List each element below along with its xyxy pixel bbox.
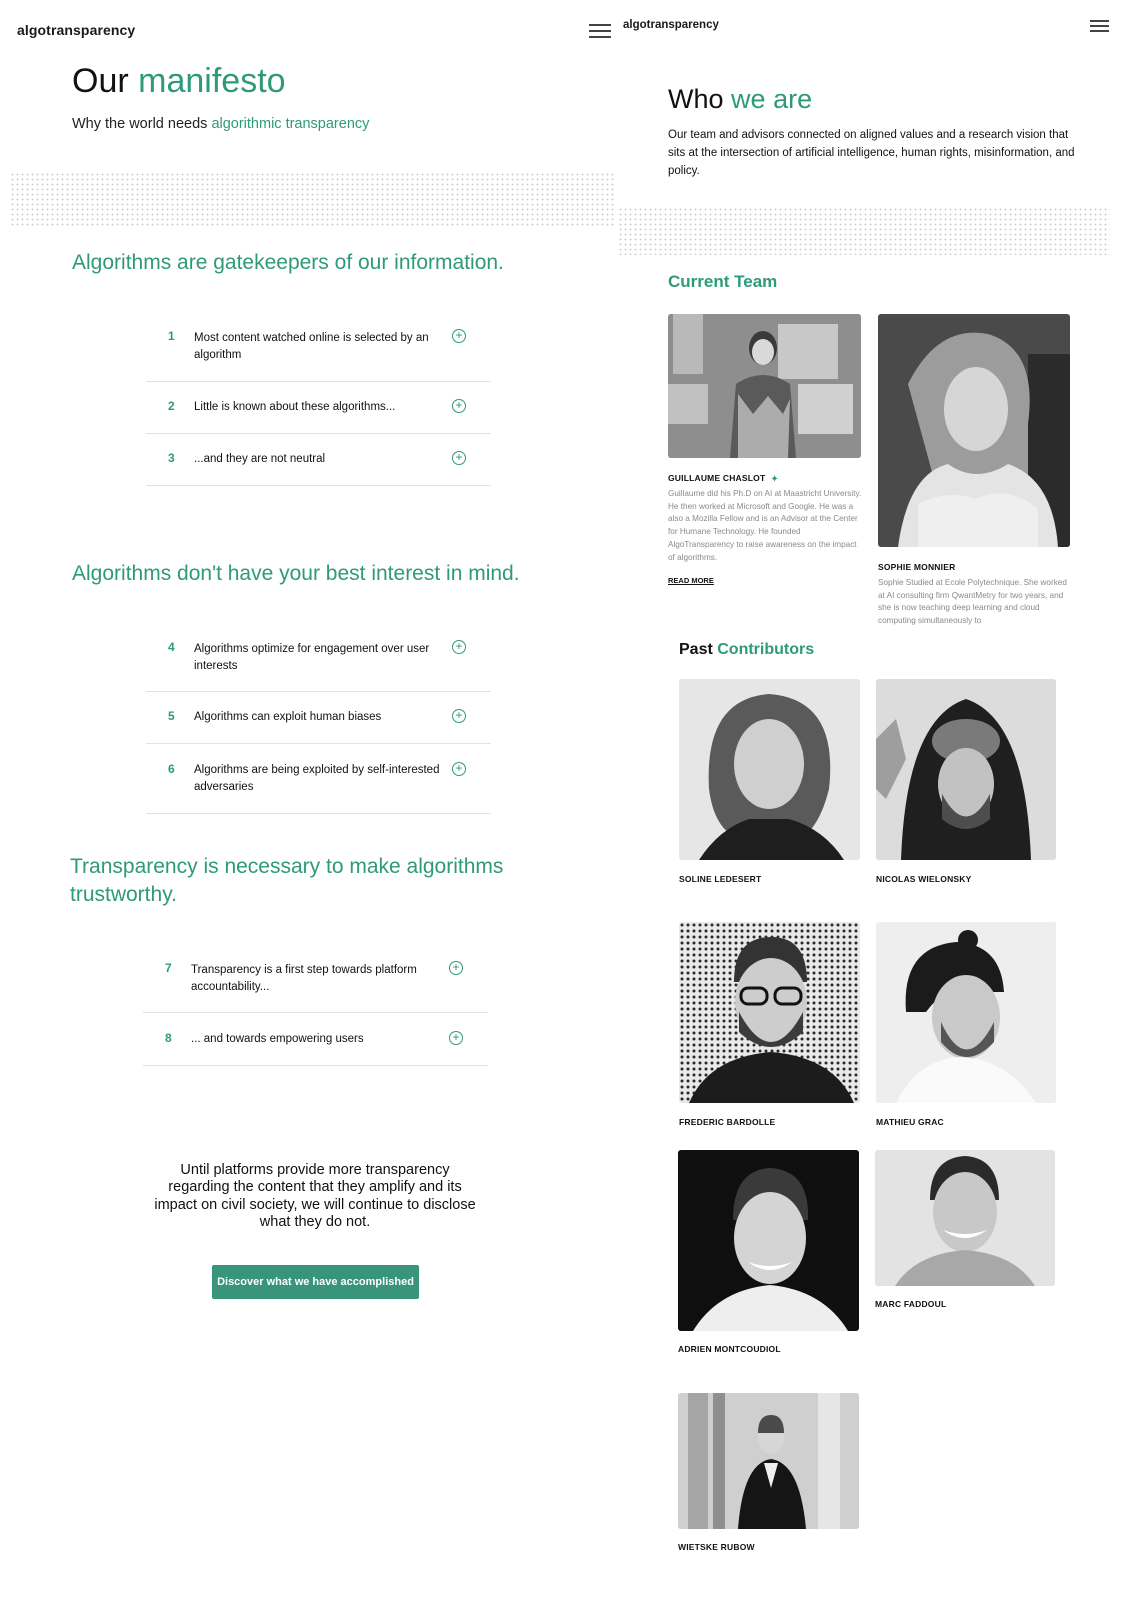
contributor-name: MARC FADDOUL [875,1299,947,1309]
member-photo [878,314,1070,547]
member-bio-clip: Sophie Studied at Ecole Polytechnique. S… [878,577,1072,625]
item-text: Little is known about these algorithms..… [194,401,396,413]
manifesto-item[interactable]: 3 ...and they are not neutral + [146,434,491,486]
section-title-gatekeepers: Algorithms are gatekeepers of our inform… [72,251,504,274]
item-text: Transparency is a first step towards pla… [191,964,417,994]
member-bio: Guillaume did his Ph.D on AI at Maastric… [668,489,862,562]
page-title: Our manifesto [72,62,286,101]
item-text: Most content watched online is selected … [194,332,429,362]
dotted-divider [618,207,1110,255]
item-number: 5 [168,709,175,723]
plus-circle-icon[interactable]: + [452,762,466,776]
contributor-photo [678,1393,859,1529]
past-title-accent: Contributors [717,641,815,658]
member-name-text: GUILLAUME CHASLOT [668,473,766,483]
who-we-are-title: Who we are [668,84,812,115]
dotted-divider [10,172,616,227]
manifesto-list-1: 1 Most content watched online is selecte… [146,319,491,486]
member-bio: Sophie Studied at Ecole Polytechnique. S… [878,578,1067,625]
plus-circle-icon[interactable]: + [452,399,466,413]
brand-logo-right[interactable]: algotransparency [623,19,719,31]
contributor-name: FREDERIC BARDOLLE [679,1117,776,1127]
plus-circle-icon[interactable]: + [452,329,466,343]
contributor-photo [875,1150,1055,1286]
brand-logo[interactable]: algotransparency [17,22,135,38]
page-title-plain: Our [72,62,129,100]
page-subtitle-plain: Why the world needs [72,116,208,132]
item-number: 7 [165,961,172,975]
item-number: 6 [168,762,175,776]
member-photo [668,314,861,458]
who-title-accent: we are [731,84,813,114]
manifesto-list-3: 7 Transparency is a first step towards p… [143,952,488,1066]
twitter-icon[interactable]: ✦ [770,474,779,485]
manifesto-item[interactable]: 7 Transparency is a first step towards p… [143,952,488,1013]
hamburger-menu-icon[interactable] [589,24,611,38]
page-title-accent: manifesto [138,62,286,100]
contributor-photo [876,679,1056,860]
past-contributors-title: Past Contributors [679,641,814,659]
contributor-photo [876,922,1056,1103]
item-text: ... and towards empowering users [191,1033,364,1045]
plus-circle-icon[interactable]: + [449,961,463,975]
item-text: Algorithms optimize for engagement over … [194,643,430,673]
past-title-plain: Past [679,641,713,658]
page-subtitle: Why the world needs algorithmic transpar… [72,116,369,132]
manifesto-item[interactable]: 4 Algorithms optimize for engagement ove… [146,630,491,692]
contributor-name: MATHIEU GRAC [876,1117,944,1127]
item-number: 4 [168,640,175,654]
contributor-name: WIETSKE RUBOW [678,1542,755,1552]
manifesto-item[interactable]: 1 Most content watched online is selecte… [146,319,491,382]
section-title-best-interest: Algorithms don't have your best interest… [72,562,520,585]
contributor-photo [678,1150,859,1331]
read-more-link[interactable]: READ MORE [668,576,714,585]
item-number: 1 [168,329,175,343]
discover-accomplishments-button[interactable]: Discover what we have accomplished [212,1265,419,1299]
manifesto-item[interactable]: 5 Algorithms can exploit human biases + [146,692,491,744]
closing-statement: Until platforms provide more transparenc… [154,1162,476,1231]
contributor-photo [679,922,860,1103]
manifesto-list-2: 4 Algorithms optimize for engagement ove… [146,630,491,814]
item-number: 3 [168,451,175,465]
current-team-title: Current Team [668,272,778,291]
item-text: ...and they are not neutral [194,453,326,465]
item-text: Algorithms can exploit human biases [194,711,382,723]
manifesto-item[interactable]: 2 Little is known about these algorithms… [146,382,491,434]
contributor-photo [679,679,860,860]
plus-circle-icon[interactable]: + [452,451,466,465]
plus-circle-icon[interactable]: + [452,640,466,654]
section-title-transparency: Transparency is necessary to make algori… [70,855,504,907]
contributor-name: NICOLAS WIELONSKY [876,874,972,884]
who-title-plain: Who [668,84,724,114]
item-number: 2 [168,399,175,413]
member-name: GUILLAUME CHASLOT ✦ [668,473,779,485]
team-intro: Our team and advisors connected on align… [668,129,1075,177]
contributor-name: SOLINE LEDESERT [679,874,762,884]
item-text: Algorithms are being exploited by self-i… [194,764,440,794]
hamburger-menu-icon[interactable] [1090,20,1109,32]
manifesto-item[interactable]: 8 ... and towards empowering users + [143,1013,488,1066]
item-number: 8 [165,1031,172,1045]
member-name: SOPHIE MONNIER [878,562,956,572]
plus-circle-icon[interactable]: + [449,1031,463,1045]
contributor-name: ADRIEN MONTCOUDIOL [678,1344,781,1354]
page-subtitle-accent: algorithmic transparency [211,116,370,132]
plus-circle-icon[interactable]: + [452,709,466,723]
manifesto-item[interactable]: 6 Algorithms are being exploited by self… [146,744,491,814]
